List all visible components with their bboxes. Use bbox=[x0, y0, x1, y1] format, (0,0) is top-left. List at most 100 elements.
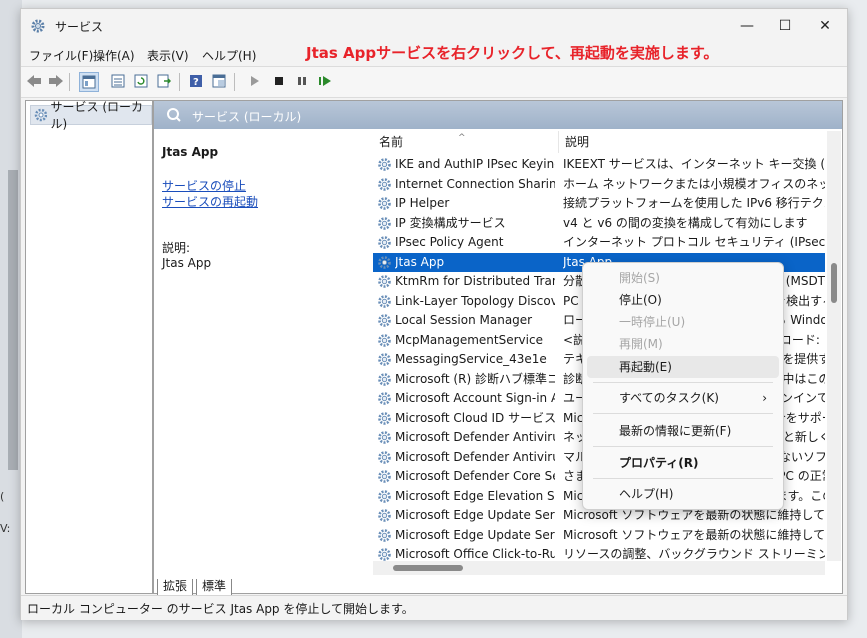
menu-item-restart[interactable]: 再起動(E) bbox=[587, 356, 779, 378]
stop-service-icon[interactable] bbox=[270, 72, 288, 90]
tree-item-label: サービス (ローカル) bbox=[50, 100, 144, 131]
console-tree-pane: サービス (ローカル) bbox=[25, 100, 153, 594]
menu-action[interactable]: 操作(A) bbox=[93, 47, 135, 64]
restart-service-link[interactable]: サービスの再起動 bbox=[162, 193, 258, 210]
service-description-cell: 接続プラットフォームを使用した IPv6 移行テクノロジ (6to4 bbox=[563, 196, 825, 210]
service-name-cell: Microsoft (R) 診断ハブ標準コ... bbox=[395, 371, 555, 386]
menu-file[interactable]: ファイル(F) bbox=[29, 47, 93, 64]
submenu-arrow-icon: › bbox=[762, 391, 767, 405]
menu-item-stop[interactable]: 停止(O) bbox=[587, 289, 779, 311]
menu-item-help[interactable]: ヘルプ(H) bbox=[587, 483, 779, 505]
service-name-cell: Link-Layer Topology Discover... bbox=[395, 293, 555, 308]
service-name-cell: KtmRm for Distributed Trans... bbox=[395, 274, 555, 288]
context-menu: 開始(S) 停止(O) 一時停止(U) 再開(M) 再起動(E) すべてのタスク… bbox=[582, 262, 784, 510]
forward-icon[interactable] bbox=[47, 72, 65, 90]
service-name-cell: Microsoft Edge Update Servi... bbox=[395, 508, 555, 522]
pane-header: サービス (ローカル) bbox=[154, 101, 842, 129]
maximize-button[interactable]: ☐ bbox=[765, 13, 805, 39]
service-name-cell: McpManagementService bbox=[395, 332, 543, 347]
tree-item-services-local[interactable]: サービス (ローカル) bbox=[30, 100, 152, 131]
toolbar-separator bbox=[179, 73, 180, 91]
export-list-icon[interactable] bbox=[155, 72, 173, 90]
service-gear-icon bbox=[377, 547, 392, 561]
tab-extended[interactable]: 拡張 bbox=[157, 579, 194, 596]
properties-view-icon[interactable] bbox=[210, 72, 228, 90]
menu-separator bbox=[593, 413, 773, 414]
menu-item-resume[interactable]: 再開(M) bbox=[587, 333, 779, 355]
service-row[interactable]: IKE and AuthIP IPsec Keying ... IKEEXT サー… bbox=[373, 155, 825, 174]
service-row[interactable]: IP Helper 接続プラットフォームを使用した IPv6 移行テクノロジ (6… bbox=[373, 194, 825, 213]
service-name-cell: Internet Connection Sharing (... bbox=[395, 176, 555, 191]
service-description-cell: インターネット プロトコル セキュリティ (IPsec) はネットワーク bbox=[563, 235, 825, 249]
menu-item-refresh[interactable]: 最新の情報に更新(F) bbox=[587, 420, 779, 442]
svg-text:?: ? bbox=[193, 77, 199, 88]
refresh-icon[interactable] bbox=[132, 72, 150, 90]
menu-item-all-tasks[interactable]: すべてのタスク(K) › bbox=[587, 387, 779, 409]
service-description-cell: IKEEXT サービスは、インターネット キー交換 (IKE) および認 bbox=[563, 157, 825, 171]
window-title: サービス bbox=[55, 20, 104, 34]
toolbar: ? bbox=[21, 66, 847, 98]
service-name-cell: Microsoft Office Click-to-Ru... bbox=[395, 547, 555, 561]
service-row[interactable]: IP 変換構成サービス v4 と v6 の間の変換を構成して有効にします bbox=[373, 214, 825, 233]
background-vslash-text: V: bbox=[0, 522, 11, 535]
help-icon[interactable]: ? bbox=[187, 72, 205, 90]
column-header-description[interactable]: 説明 bbox=[559, 131, 825, 153]
service-name-cell: Microsoft Defender Antivirus ... bbox=[395, 449, 555, 464]
service-name-cell: IPsec Policy Agent bbox=[395, 235, 504, 249]
menu-separator bbox=[593, 446, 773, 447]
service-name-cell: IKE and AuthIP IPsec Keying ... bbox=[395, 157, 555, 171]
menu-separator bbox=[593, 478, 773, 479]
service-name-cell: Microsoft Account Sign-in As... bbox=[395, 391, 555, 405]
service-name-cell: IP 変換構成サービス bbox=[395, 215, 506, 230]
service-row[interactable]: Internet Connection Sharing (... ホーム ネットワ… bbox=[373, 175, 825, 194]
service-name-cell: Microsoft Defender Core Serv... bbox=[395, 469, 555, 483]
service-name-cell: Microsoft Cloud ID サービス bbox=[395, 410, 555, 425]
selected-service-name: Jtas App bbox=[162, 145, 219, 159]
list-view-icon[interactable] bbox=[109, 72, 127, 90]
toolbar-separator bbox=[69, 73, 70, 91]
service-row[interactable]: Microsoft Edge Update Servi... Microsoft … bbox=[373, 526, 825, 545]
status-bar: ローカル コンピューター のサービス Jtas App を停止して開始します。 bbox=[21, 595, 847, 620]
restart-service-icon[interactable] bbox=[316, 72, 334, 90]
service-description-cell: Microsoft ソフトウェアを最新の状態に維持してください。 bbox=[563, 527, 825, 542]
menu-item-properties[interactable]: プロパティ(R) bbox=[587, 452, 779, 474]
menu-item-start[interactable]: 開始(S) bbox=[587, 267, 779, 289]
services-gear-icon bbox=[34, 108, 47, 122]
description-text: Jtas App bbox=[162, 256, 212, 270]
column-header-name[interactable]: ^ 名前 bbox=[373, 131, 559, 153]
menu-item-pause[interactable]: 一時停止(U) bbox=[587, 311, 779, 333]
service-row[interactable]: Microsoft Office Click-to-Ru... リソースの調整、バ… bbox=[373, 545, 825, 561]
back-icon[interactable] bbox=[25, 72, 43, 90]
vertical-scrollbar[interactable] bbox=[827, 131, 841, 561]
vertical-scroll-thumb[interactable] bbox=[831, 263, 837, 303]
service-description-cell: ホーム ネットワークまたは小規模オフィスのネットワークに対 bbox=[563, 176, 825, 191]
sort-ascending-icon: ^ bbox=[458, 133, 466, 143]
horizontal-scrollbar[interactable] bbox=[373, 561, 825, 575]
service-name-cell: Jtas App bbox=[395, 254, 445, 269]
close-button[interactable]: ✕ bbox=[805, 13, 845, 39]
minimize-button[interactable]: — bbox=[727, 13, 767, 39]
description-label: 説明: bbox=[162, 241, 191, 255]
stop-service-link[interactable]: サービスの停止 bbox=[162, 177, 246, 194]
search-gear-icon bbox=[167, 108, 181, 122]
toolbar-separator bbox=[234, 73, 235, 91]
horizontal-scroll-thumb[interactable] bbox=[393, 565, 463, 571]
menu-separator bbox=[593, 382, 773, 383]
menu-help[interactable]: ヘルプ(H) bbox=[202, 47, 256, 64]
service-row[interactable]: IPsec Policy Agent インターネット プロトコル セキュリティ (… bbox=[373, 233, 825, 252]
background-scroll-track bbox=[8, 170, 18, 470]
service-name-cell: MessagingService_43e1e bbox=[395, 352, 547, 366]
pane-header-label: サービス (ローカル) bbox=[192, 110, 302, 124]
view-tabs: 拡張 標準 bbox=[154, 579, 842, 596]
service-name-cell: Local Session Manager bbox=[395, 313, 533, 327]
pause-service-icon[interactable] bbox=[293, 72, 311, 90]
service-description-cell: リソースの調整、バックグラウンド ストリーミング、シ bbox=[563, 547, 825, 561]
service-name-cell: Microsoft Edge Elevation Ser... bbox=[395, 488, 555, 503]
background-paren-text: ( bbox=[0, 490, 5, 503]
console-tree-icon[interactable] bbox=[79, 72, 99, 92]
tab-standard[interactable]: 標準 bbox=[196, 579, 233, 596]
menu-view[interactable]: 表示(V) bbox=[147, 47, 189, 64]
service-description-cell: v4 と v6 の間の変換を構成して有効にします bbox=[563, 215, 808, 230]
start-service-icon[interactable] bbox=[246, 72, 264, 90]
services-gear-icon bbox=[31, 19, 45, 33]
